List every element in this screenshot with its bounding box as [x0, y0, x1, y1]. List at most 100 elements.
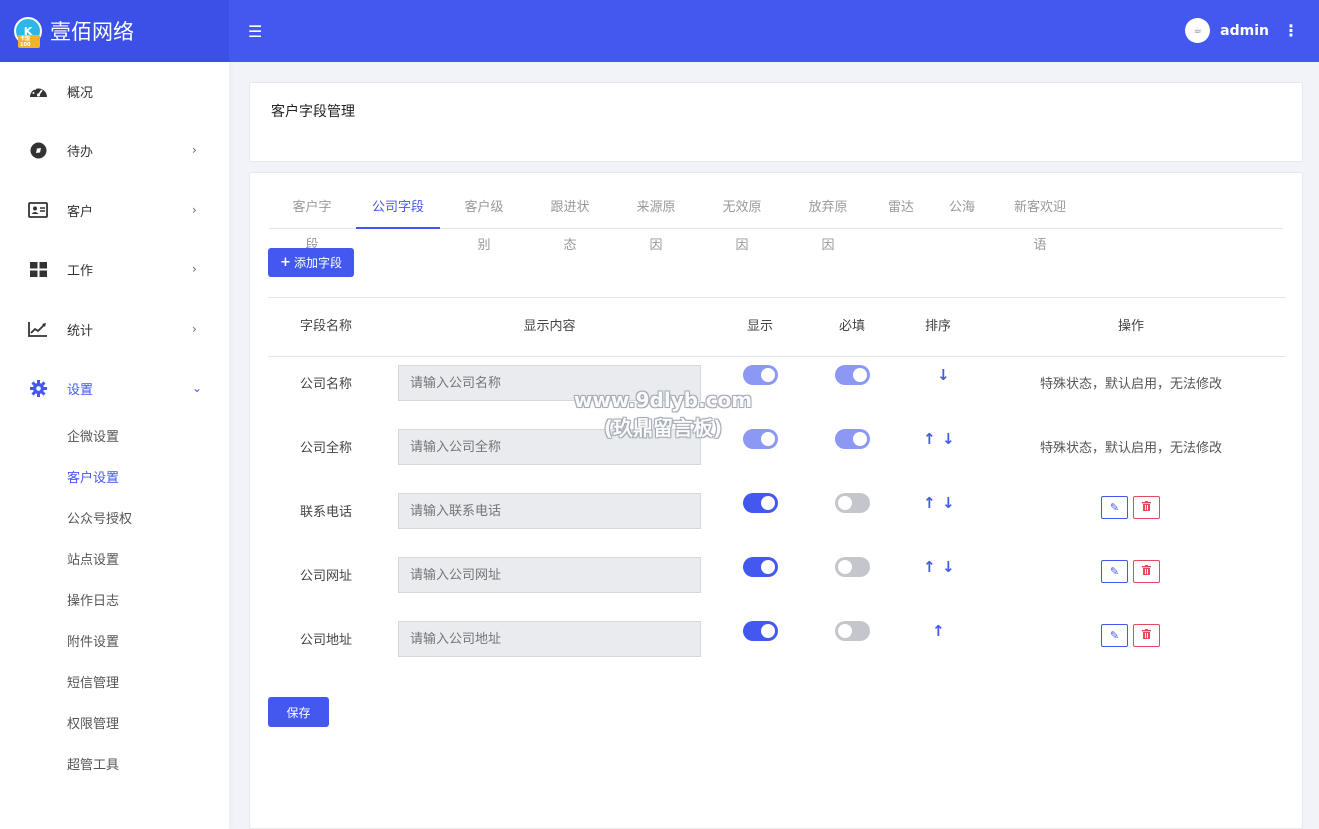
chevron-right-icon: › — [192, 322, 197, 336]
top-header: K 卡盟100 壹佰网络 ☰ ☕ admin ⋮ — [0, 0, 1319, 62]
avatar[interactable]: ☕ — [1185, 18, 1211, 43]
show-toggle[interactable] — [743, 493, 778, 513]
required-toggle[interactable] — [835, 365, 870, 385]
chevron-right-icon: › — [192, 203, 197, 217]
sidebar-subitem-official-account[interactable]: 公众号授权 — [67, 508, 132, 527]
arrow-down-icon[interactable]: ↓ — [942, 558, 955, 576]
arrow-up-icon[interactable]: ↑ — [923, 430, 936, 448]
column-header-content: 显示内容 — [523, 319, 576, 334]
sidebar-subitem-operation-log[interactable]: 操作日志 — [67, 590, 119, 609]
sidebar-subitem-attachment[interactable]: 附件设置 — [67, 631, 119, 650]
sidebar-subitem-site-settings[interactable]: 站点设置 — [67, 549, 119, 568]
table-header: 字段名称 显示内容 显示 必填 排序 操作 — [268, 297, 1286, 357]
show-toggle[interactable] — [743, 557, 778, 577]
edit-button[interactable]: ✎ — [1101, 560, 1128, 583]
required-toggle[interactable] — [835, 429, 870, 449]
tab-radar[interactable]: 雷达 — [888, 189, 914, 229]
sidebar-item-label: 工作 — [67, 263, 94, 279]
tab-company-fields[interactable]: 公司字段 — [356, 189, 440, 229]
sidebar-subitem-admin-tools[interactable]: 超管工具 — [67, 754, 119, 773]
show-toggle[interactable] — [743, 365, 778, 385]
menu-toggle-icon[interactable]: ☰ — [248, 22, 262, 41]
trash-icon — [1142, 501, 1151, 514]
pencil-icon: ✎ — [1109, 565, 1120, 578]
trend-chart-icon — [28, 319, 48, 339]
required-toggle[interactable] — [835, 493, 870, 513]
field-name: 公司名称 — [299, 377, 352, 392]
add-field-button[interactable]: + 添加字段 — [268, 248, 354, 277]
required-toggle[interactable] — [835, 621, 870, 641]
user-name[interactable]: admin — [1220, 23, 1269, 39]
tab-public-sea[interactable]: 公海 — [949, 189, 975, 229]
field-name: 联系电话 — [299, 505, 352, 520]
brand-logo-icon: K 卡盟100 — [14, 17, 42, 48]
column-header-actions: 操作 — [1117, 319, 1144, 334]
arrow-up-icon[interactable]: ↑ — [923, 494, 936, 512]
tab-invalid-reason[interactable]: 无效原因 — [717, 189, 767, 253]
gear-icon — [28, 378, 48, 398]
tab-customer-level[interactable]: 客户级别 — [459, 189, 509, 253]
user-menu[interactable]: ☕ admin ⋮ — [1185, 18, 1299, 43]
field-name: 公司地址 — [299, 633, 352, 648]
column-header-name: 字段名称 — [299, 319, 352, 334]
pencil-icon: ✎ — [1109, 501, 1120, 514]
sidebar-subitem-wecom[interactable]: 企微设置 — [67, 426, 119, 445]
sidebar-subitem-sms[interactable]: 短信管理 — [67, 672, 119, 691]
delete-button[interactable] — [1133, 496, 1160, 519]
pencil-icon: ✎ — [1109, 629, 1120, 642]
dashboard-icon — [28, 81, 48, 101]
delete-button[interactable] — [1133, 624, 1160, 647]
tab-customer-fields[interactable]: 客户字段 — [287, 189, 337, 253]
arrow-down-icon[interactable]: ↓ — [937, 366, 950, 384]
table-row: 公司名称 ↓ 特殊状态，默认启用，无法修改 — [268, 365, 1286, 437]
brand-logo-sub: 卡盟100 — [18, 35, 40, 48]
arrow-up-icon[interactable]: ↑ — [923, 558, 936, 576]
save-button[interactable]: 保存 — [268, 697, 329, 727]
tab-bar: 客户字段 公司字段 客户级别 跟进状态 来源原因 无效原因 放弃原因 雷达 公海… — [269, 189, 1283, 253]
arrow-up-icon[interactable]: ↑ — [932, 622, 945, 640]
sidebar-subitem-customer-settings[interactable]: 客户设置 — [67, 467, 119, 486]
sidebar: 概况 待办 › 客户 › 工作 › 统计 › 设置 ⌄ 企微设置 客户设置 公众… — [0, 62, 229, 829]
display-content-input[interactable] — [398, 493, 701, 529]
show-toggle[interactable] — [743, 621, 778, 641]
sidebar-item-settings[interactable]: 设置 ⌄ — [0, 368, 229, 408]
arrow-down-icon[interactable]: ↓ — [942, 430, 955, 448]
edit-button[interactable]: ✎ — [1101, 624, 1128, 647]
sidebar-item-work[interactable]: 工作 › — [0, 249, 229, 289]
sidebar-item-todo[interactable]: 待办 › — [0, 130, 229, 170]
tab-abandon-reason[interactable]: 放弃原因 — [803, 189, 853, 253]
sidebar-item-overview[interactable]: 概况 — [0, 71, 229, 111]
sidebar-subitem-permissions[interactable]: 权限管理 — [67, 713, 119, 732]
trash-icon — [1142, 565, 1151, 578]
delete-button[interactable] — [1133, 560, 1160, 583]
tab-follow-status[interactable]: 跟进状态 — [545, 189, 595, 253]
main-card: 客户字段 公司字段 客户级别 跟进状态 来源原因 无效原因 放弃原因 雷达 公海… — [249, 172, 1303, 829]
chevron-right-icon: › — [192, 143, 197, 157]
display-content-input[interactable] — [398, 621, 701, 657]
arrow-down-icon[interactable]: ↓ — [942, 494, 955, 512]
brand-name: 壹佰网络 — [50, 20, 134, 44]
table-row: 公司全称 ↑ ↓ 特殊状态，默认启用，无法修改 — [268, 429, 1286, 501]
tab-source-reason[interactable]: 来源原因 — [631, 189, 681, 253]
column-header-show: 显示 — [746, 319, 773, 334]
required-toggle[interactable] — [835, 557, 870, 577]
display-content-input[interactable] — [398, 429, 701, 465]
chevron-down-icon: ⌄ — [192, 381, 203, 395]
edit-button[interactable]: ✎ — [1101, 496, 1128, 519]
sidebar-item-label: 概况 — [67, 85, 94, 101]
display-content-input[interactable] — [398, 557, 701, 593]
page-title: 客户字段管理 — [271, 104, 355, 120]
more-vertical-icon[interactable]: ⋮ — [1283, 22, 1299, 39]
ops-status-text: 特殊状态，默认启用，无法修改 — [1039, 441, 1222, 456]
table-row: 联系电话 ↑ ↓ ✎ — [268, 493, 1286, 565]
brand[interactable]: K 卡盟100 壹佰网络 — [0, 0, 229, 62]
show-toggle[interactable] — [743, 429, 778, 449]
column-header-required: 必填 — [838, 319, 865, 334]
table-row: 公司地址 ↑ ✎ — [268, 621, 1286, 693]
tab-welcome-message[interactable]: 新客欢迎语 — [1008, 189, 1072, 253]
sidebar-item-customer[interactable]: 客户 › — [0, 190, 229, 230]
sidebar-item-stats[interactable]: 统计 › — [0, 309, 229, 349]
contact-card-icon — [28, 200, 48, 220]
sidebar-item-label: 设置 — [67, 382, 94, 398]
display-content-input[interactable] — [398, 365, 701, 401]
